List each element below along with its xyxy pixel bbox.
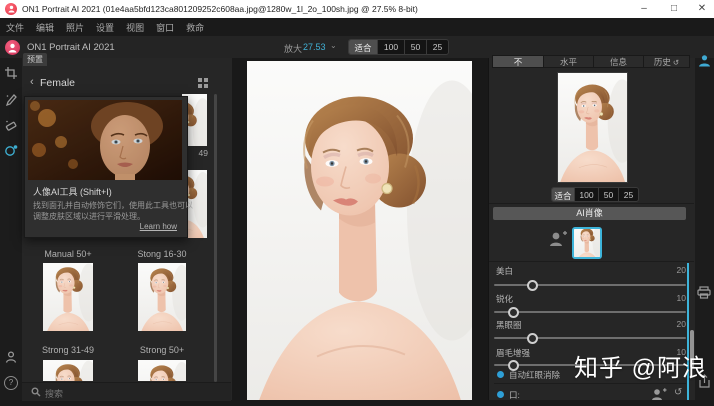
tool-tooltip-popup: 人像AI工具 (Shift+I) 找到面孔并自动修饰它们，使用此工具也可以 调整… [24, 96, 188, 238]
ai-portrait-button[interactable]: AI肖像 [493, 207, 686, 220]
grid-view-icon[interactable] [198, 78, 208, 88]
toggle-mouth-label[interactable]: 口: [509, 389, 520, 401]
zoom-preset-group: 适合 100 50 25 [348, 39, 449, 55]
window-title: ON1 Portrait AI 2021 (01e4aa5bfd123ca801… [22, 4, 418, 14]
menu-window[interactable]: 窗口 [156, 21, 174, 34]
search-icon [31, 387, 41, 397]
preset-thumbnail[interactable] [138, 360, 186, 381]
perfect-eraser-icon[interactable] [4, 118, 18, 132]
preset-thumbnail[interactable] [138, 263, 186, 331]
menu-help[interactable]: 救命 [186, 21, 204, 34]
reset-icon[interactable]: ↺ [674, 387, 682, 398]
tooltip-preview-image [28, 100, 182, 180]
nav-100-button[interactable]: 100 [575, 188, 599, 201]
preset-category-title: Female [40, 77, 75, 89]
search-label: 搜索 [45, 387, 63, 400]
nav-25-button[interactable]: 25 [619, 188, 638, 201]
crop-tool-icon[interactable] [4, 66, 18, 80]
zoom-25-button[interactable]: 25 [427, 40, 448, 54]
on1-logo-icon [5, 3, 17, 15]
toggle-red-eye-dot[interactable] [497, 371, 504, 378]
printer-icon[interactable] [697, 286, 711, 299]
tooltip-description: 找到面孔并自动修饰它们，使用此工具也可以 [33, 200, 193, 211]
zoom-value[interactable]: 27.53 [303, 42, 326, 52]
account-icon[interactable] [698, 54, 711, 67]
tab-none[interactable]: 不 [492, 55, 544, 68]
preset-label-partial: 49 [186, 148, 208, 158]
slider-track[interactable] [494, 284, 686, 286]
zoom-fit-button[interactable]: 适合 [349, 40, 378, 54]
preset-thumbnail[interactable] [43, 263, 93, 331]
preset-thumbnail[interactable] [43, 360, 93, 381]
menu-file[interactable]: 文件 [6, 21, 24, 34]
tool-strip [0, 58, 23, 400]
preset-label[interactable]: Manual 50+ [33, 249, 103, 259]
zoom-label: 放大 [284, 42, 302, 55]
close-button[interactable]: ✕ [688, 0, 714, 18]
slider-track[interactable] [494, 337, 686, 339]
tab-history[interactable]: 历史↺ [644, 55, 690, 68]
tab-levels[interactable]: 水平 [544, 55, 594, 68]
account-person-icon[interactable] [4, 350, 18, 364]
slider-label-sharpen: 锐化 [496, 293, 513, 305]
menu-bar: 文件 编辑 照片 设置 视图 窗口 救命 [0, 18, 714, 36]
title-bar: ON1 Portrait AI 2021 (01e4aa5bfd123ca801… [0, 0, 714, 18]
slider-label-dark-circles: 黑眼圈 [496, 319, 522, 331]
minimize-button[interactable]: – [630, 0, 658, 18]
back-chevron-icon[interactable]: ‹ [30, 76, 34, 88]
add-face-small-icon[interactable] [650, 387, 667, 401]
slider-value: 20 [666, 265, 686, 275]
tooltip-title: 人像AI工具 (Shift+I) [33, 185, 112, 198]
preset-label[interactable]: Strong 31-49 [33, 345, 103, 355]
app-logo-icon [5, 40, 20, 55]
preset-label[interactable]: Stong 16-30 [127, 249, 197, 259]
watermark: 知乎 @阿浪 [574, 348, 707, 383]
history-undo-icon: ↺ [673, 58, 679, 67]
learn-how-link[interactable]: Learn how [140, 222, 177, 231]
main-photo[interactable] [247, 61, 472, 400]
preset-label[interactable]: Strong 50+ [127, 345, 197, 355]
maximize-button[interactable]: □ [660, 0, 688, 18]
nav-fit-button[interactable]: 适合 [552, 188, 575, 201]
help-icon[interactable]: ? [4, 376, 18, 390]
menu-settings[interactable]: 设置 [96, 21, 114, 34]
slider-track[interactable] [494, 311, 686, 313]
slider-value: 20 [666, 319, 686, 329]
menu-view[interactable]: 视图 [126, 21, 144, 34]
chevron-down-icon[interactable]: ⌄ [330, 41, 337, 50]
slider-label-whitening: 美白 [496, 265, 513, 277]
add-face-icon[interactable] [548, 230, 568, 248]
slider-value: 10 [666, 293, 686, 303]
tab-presets[interactable]: 预置 [23, 53, 47, 66]
zoom-50-button[interactable]: 50 [405, 40, 427, 54]
retouch-brush-icon[interactable] [4, 92, 18, 106]
zoom-100-button[interactable]: 100 [378, 40, 405, 54]
tab-info[interactable]: 信息 [594, 55, 644, 68]
divider [494, 383, 686, 384]
menu-photo[interactable]: 照片 [66, 21, 84, 34]
nav-50-button[interactable]: 50 [599, 188, 619, 201]
navigator-thumbnail[interactable] [558, 73, 627, 182]
preset-category-header[interactable]: ‹ Female [22, 74, 232, 92]
toggle-mouth-dot[interactable] [497, 391, 504, 398]
navigator-zoom-group: 适合 100 50 25 [551, 187, 639, 202]
right-panel-tabs: 不 水平 信息 历史↺ [492, 55, 690, 68]
tooltip-description: 调整皮肤区域以进行平滑处理。 [33, 211, 145, 222]
app-title: ON1 Portrait AI 2021 [27, 42, 115, 53]
preset-scrollbar[interactable] [214, 94, 217, 382]
selected-face-thumbnail[interactable] [572, 227, 602, 259]
preset-search[interactable]: 搜索 [22, 382, 231, 401]
menu-edit[interactable]: 编辑 [36, 21, 54, 34]
face-ai-tool-icon[interactable] [4, 143, 18, 157]
divider [489, 203, 694, 204]
toggle-red-eye-label[interactable]: 自动红眼消除 [509, 369, 560, 381]
divider [489, 261, 694, 262]
slider-label-eyebrow-enhance: 眉毛增强 [496, 347, 530, 359]
